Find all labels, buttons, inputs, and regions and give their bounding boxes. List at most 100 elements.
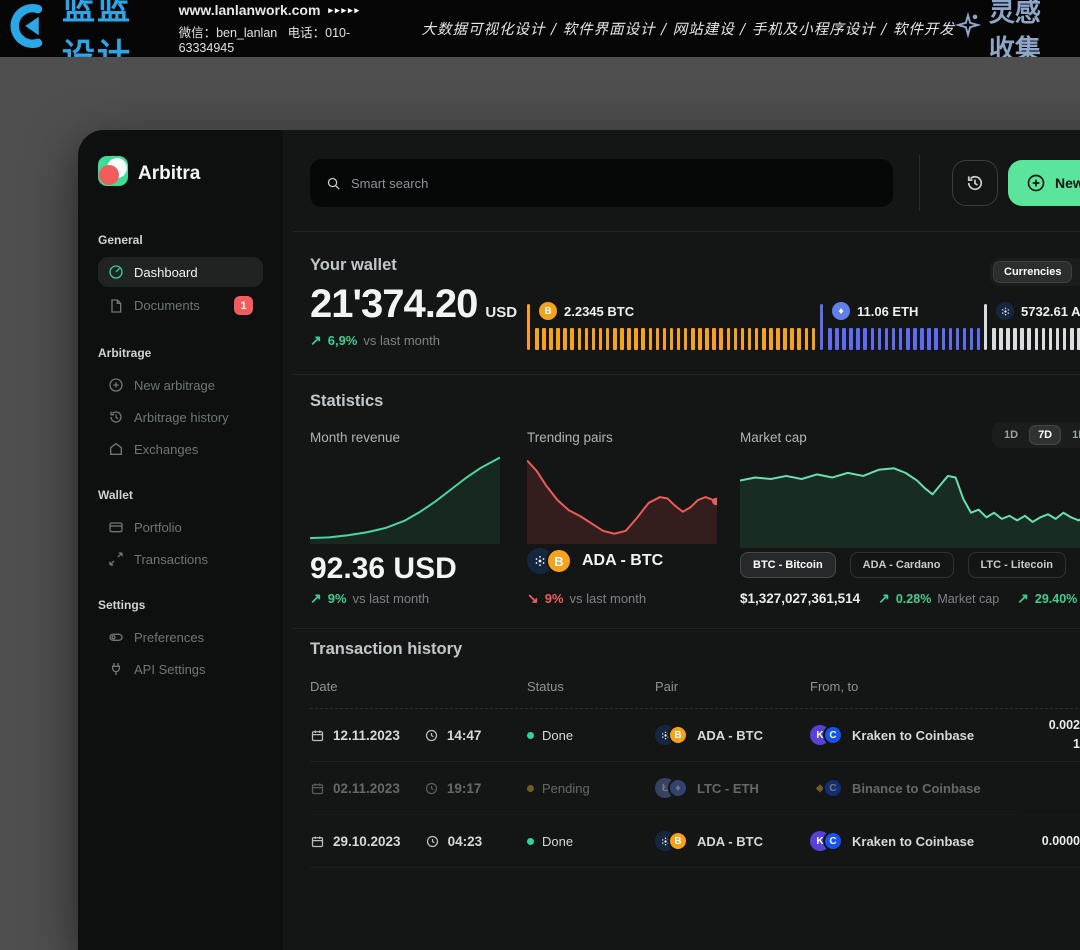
- month-revenue-value: 92.36 USD: [310, 552, 457, 586]
- plug-icon: [108, 661, 124, 677]
- status-dot: [527, 732, 534, 739]
- table-header: Date Status Pair From, to: [310, 679, 1080, 694]
- history-icon: [108, 409, 124, 425]
- range-1m[interactable]: 1M: [1063, 425, 1080, 445]
- sidebar: Arbitra General Dashboard Documents 1 Ar…: [78, 130, 283, 950]
- month-revenue-card: Month revenue 92.36 USD ↗ 9% vs last mon…: [310, 430, 500, 445]
- pill-ltc[interactable]: LTC - Litecoin: [968, 552, 1067, 578]
- history-restore-button[interactable]: [952, 160, 998, 206]
- sidebar-item-portfolio[interactable]: Portfolio: [98, 512, 263, 542]
- swap-arrows-icon: [108, 551, 124, 567]
- tx-date: 29.10.2023: [333, 834, 401, 849]
- tx-date: 12.11.2023: [333, 728, 400, 743]
- table-row[interactable]: 12.11.2023 14:47 Done B ADA - BTC KC Kra…: [310, 709, 1080, 762]
- banner-wechat: 微信：ben_lanlan: [179, 26, 278, 40]
- time-range-control: 1D 7D 1M: [992, 422, 1080, 448]
- statistics-section: Statistics Month revenue 92.36 USD ↗ 9% …: [310, 392, 1080, 622]
- sidebar-item-api-settings[interactable]: API Settings: [98, 654, 263, 684]
- wallet-coin-eth: ♦ 11.06 ETH: [820, 304, 984, 352]
- btc-icon: B: [546, 548, 572, 574]
- wallet-section: Your wallet 21'374.20 USD ↗ 6,9% vs last…: [310, 256, 1080, 366]
- wallet-coin-ada: 5732.61 ADA: [984, 304, 1080, 352]
- btc-amount: 2.2345 BTC: [564, 304, 634, 319]
- col-pair: Pair: [655, 679, 810, 694]
- trending-pair: B ADA - BTC: [527, 548, 663, 574]
- status-badge: Done: [542, 728, 573, 743]
- tx-route: Binance to Coinbase: [852, 781, 981, 796]
- search-input[interactable]: [351, 176, 877, 191]
- banner-contact: www.lanlanwork.com ▸▸▸▸▸ 微信：ben_lanlan 电…: [179, 2, 362, 55]
- section-divider: [293, 231, 1080, 232]
- group-separator: [820, 304, 823, 350]
- sidebar-item-label: Arbitrage history: [134, 410, 229, 425]
- tx-pair: ADA - BTC: [697, 728, 763, 743]
- main-content: New arbitrage Your wallet 21'374.20 USD …: [283, 130, 1080, 950]
- banner-services: 大数据可视化设计 / 软件界面设计 / 网站建设 / 手机及小程序设计 / 软件…: [421, 18, 954, 39]
- coinbase-icon: C: [823, 778, 843, 798]
- pill-ada[interactable]: ADA - Cardano: [850, 552, 954, 578]
- topbar: New arbitrage: [310, 155, 1080, 211]
- sidebar-item-documents[interactable]: Documents 1: [98, 289, 263, 322]
- sidebar-item-arbitrage-history[interactable]: Arbitrage history: [98, 402, 263, 432]
- calendar-icon: [310, 728, 325, 743]
- sidebar-item-label: Portfolio: [134, 520, 182, 535]
- new-arbitrage-button[interactable]: New arbitrage: [1008, 160, 1080, 206]
- sidebar-item-dashboard[interactable]: Dashboard: [98, 257, 263, 287]
- coinbase-icon: C: [823, 831, 843, 851]
- calendar-icon: [310, 781, 325, 796]
- trending-pairs-title: Trending pairs: [527, 430, 717, 445]
- section-divider: [293, 374, 1080, 375]
- banner-website: www.lanlanwork.com: [179, 2, 321, 18]
- coinbase-icon: C: [823, 725, 843, 745]
- btc-bars: [535, 328, 819, 355]
- sidebar-item-transactions[interactable]: Transactions: [98, 544, 263, 574]
- page-background: Arbitra General Dashboard Documents 1 Ar…: [0, 57, 1080, 867]
- btc-icon: B: [668, 831, 688, 851]
- col-status: Status: [527, 679, 655, 694]
- status-badge: Done: [542, 834, 573, 849]
- tx-pair: ADA - BTC: [697, 834, 763, 849]
- group-separator: [527, 304, 530, 350]
- banner-collect[interactable]: 灵感收集: [955, 0, 1066, 66]
- ada-icon: [996, 302, 1014, 320]
- arbitra-app-window: Arbitra General Dashboard Documents 1 Ar…: [78, 130, 1080, 950]
- nav-section-settings: Settings: [98, 598, 263, 612]
- eth-icon: ♦: [832, 302, 850, 320]
- dashboard-icon: [108, 264, 124, 280]
- sidebar-item-label: API Settings: [134, 662, 206, 677]
- month-revenue-title: Month revenue: [310, 430, 500, 445]
- table-row[interactable]: 29.10.2023 04:23 Done B ADA - BTC KC Kra…: [310, 815, 1080, 868]
- range-1d[interactable]: 1D: [995, 425, 1027, 445]
- promo-banner: 蓝蓝设计 www.lanlanwork.com ▸▸▸▸▸ 微信：ben_lan…: [0, 0, 1080, 57]
- sidebar-item-label: Dashboard: [134, 265, 198, 280]
- wallet-icon: [108, 519, 124, 535]
- sidebar-item-exchanges[interactable]: Exchanges: [98, 434, 263, 464]
- table-row[interactable]: 02.11.2023 19:17 Pending Ł♦ LTC - ETH ◆C…: [310, 762, 1080, 815]
- market-cap-delta: ↗ 0.28% Market cap: [878, 590, 999, 607]
- statistics-title: Statistics: [310, 392, 1080, 411]
- tx-time: 04:23: [448, 834, 483, 849]
- pill-btc[interactable]: BTC - Bitcoin: [740, 552, 836, 578]
- search-bar[interactable]: [310, 159, 893, 207]
- tx-time: 14:47: [447, 728, 482, 743]
- status-badge: Pending: [542, 781, 590, 796]
- ada-amount: 5732.61 ADA: [1021, 304, 1080, 319]
- status-dot: [527, 838, 534, 845]
- clock-icon: [424, 728, 439, 743]
- sidebar-item-preferences[interactable]: Preferences: [98, 622, 263, 652]
- sidebar-item-label: Transactions: [134, 552, 208, 567]
- nav-section-general: General: [98, 233, 263, 247]
- range-7d[interactable]: 7D: [1029, 425, 1061, 445]
- coin-pills: BTC - Bitcoin ADA - Cardano LTC - Liteco…: [740, 552, 1080, 578]
- nav-section-arbitrage: Arbitrage: [98, 346, 263, 360]
- sidebar-item-new-arbitrage[interactable]: New arbitrage: [98, 370, 263, 400]
- eth-icon: ♦: [668, 778, 688, 798]
- toggle-exchanges[interactable]: Exchanges: [1072, 261, 1080, 283]
- tx-route: Kraken to Coinbase: [852, 834, 974, 849]
- app-logo[interactable]: Arbitra: [98, 156, 263, 191]
- document-icon: [108, 298, 124, 314]
- sparkle-star-icon: [955, 12, 981, 45]
- lanlan-logo-icon: [10, 4, 54, 53]
- toggle-currencies[interactable]: Currencies: [993, 261, 1072, 283]
- wallet-title: Your wallet: [310, 256, 1080, 275]
